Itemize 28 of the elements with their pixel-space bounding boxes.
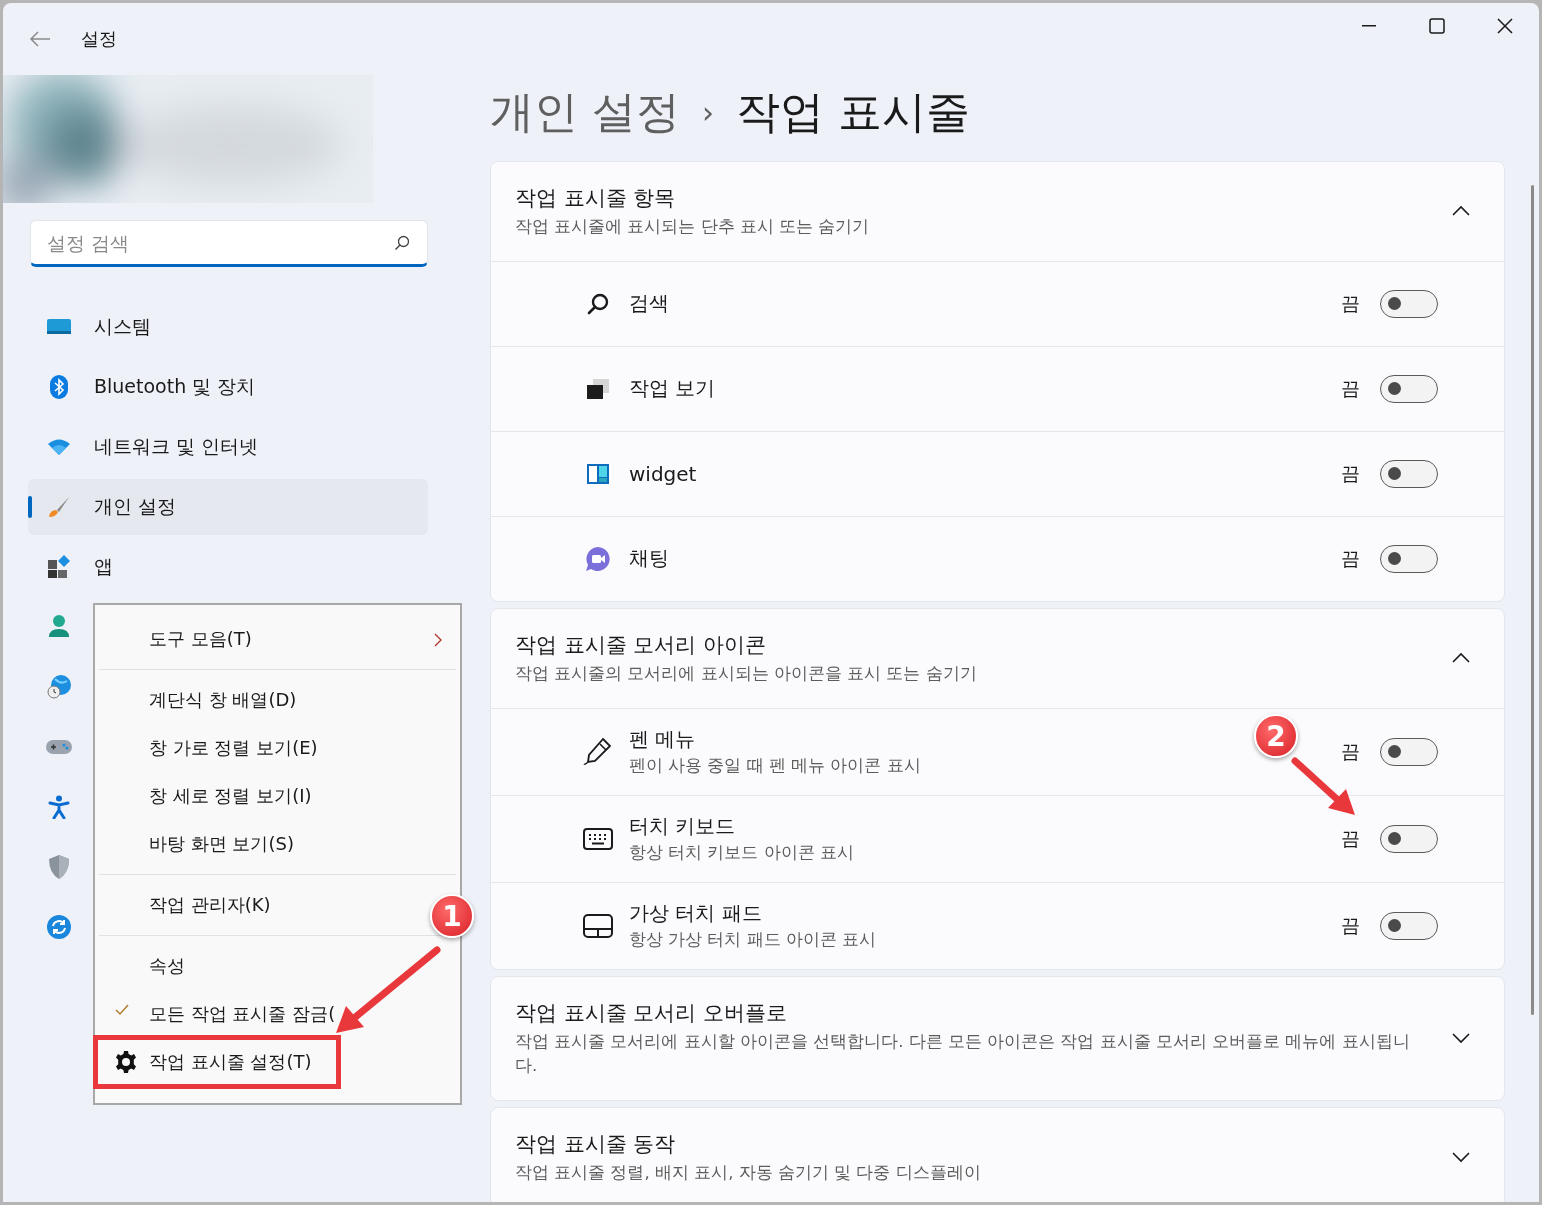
- section-subtitle: 작업 표시줄에 표시되는 단추 표시 또는 숨기기: [515, 216, 871, 238]
- section-title: 작업 표시줄 항목: [515, 185, 677, 212]
- breadcrumb-separator: ›: [702, 94, 714, 130]
- setting-description: 항상 터치 키보드 아이콘 표시: [629, 842, 854, 865]
- setting-description: 항상 가상 터치 패드 아이콘 표시: [629, 929, 877, 952]
- setting-description: 펜이 사용 중일 때 펜 메뉴 아이콘 표시: [629, 755, 921, 778]
- setting-label: widget: [629, 461, 697, 486]
- section-subtitle: 작업 표시줄 모서리에 표시할 아이콘을 선택합니다. 다른 모든 아이콘은 작업 표시줄 모서리 오버플로 메뉴에 표시됩니다.: [515, 1030, 1411, 1077]
- setting-label: 검색: [629, 290, 669, 318]
- section-title: 작업 표시줄 모서리 오버플로: [515, 999, 789, 1027]
- setting-label: 가상 터치 패드: [629, 900, 762, 928]
- toggle-state: 끔: [1341, 545, 1360, 571]
- toggle-state: 끔: [1341, 738, 1360, 764]
- toggle-state: 끔: [1341, 825, 1360, 851]
- toggle-state: 끔: [1341, 912, 1360, 938]
- setting-label: 터치 키보드: [629, 813, 736, 841]
- setting-label: 채팅: [629, 545, 669, 573]
- toggle-state: 끔: [1341, 290, 1360, 316]
- window-title: 설정: [81, 27, 117, 51]
- section-subtitle: 작업 표시줄의 모서리에 표시되는 아이콘을 표시 또는 숨기기: [515, 662, 978, 685]
- setting-label: 작업 보기: [629, 375, 716, 403]
- setting-label: 펜 메뉴: [629, 726, 696, 754]
- section-title: 작업 표시줄 모서리 아이콘: [515, 631, 768, 659]
- section-subtitle: 작업 표시줄 정렬, 배지 표시, 자동 숨기기 및 다중 디스플레이: [515, 1161, 982, 1184]
- toggle-state: 끔: [1341, 375, 1360, 401]
- section-title: 작업 표시줄 동작: [515, 1130, 677, 1158]
- toggle-state: 끔: [1341, 460, 1360, 486]
- page-title: 작업 표시줄: [736, 84, 970, 139]
